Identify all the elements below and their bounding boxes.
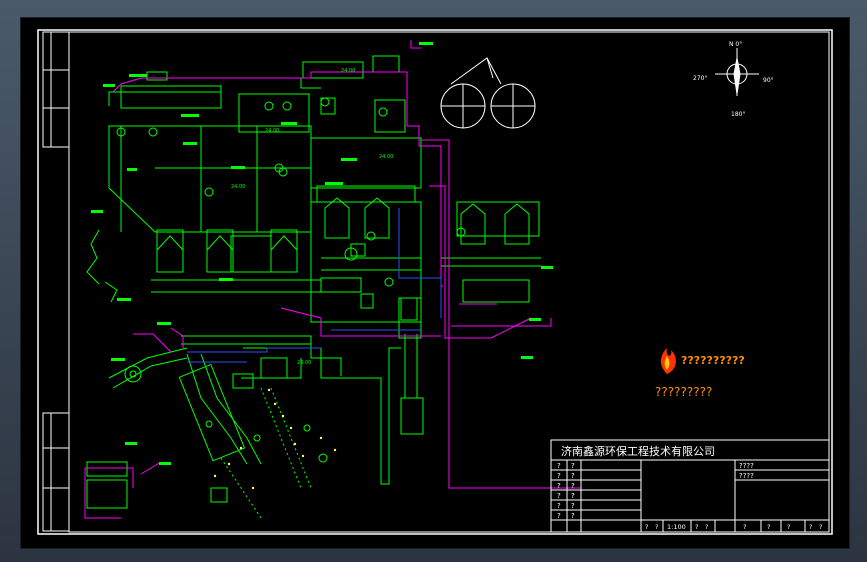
title-cell-right-1: ???? bbox=[739, 462, 754, 470]
bottom-cell: ? bbox=[705, 523, 708, 531]
title-bottom-row: ? ? 1:100 ? ? ? ? ? ? ? bbox=[645, 523, 822, 531]
annotation-marks bbox=[91, 42, 553, 465]
compass-west: 270° bbox=[693, 75, 707, 82]
bottom-cell: ? bbox=[695, 523, 698, 531]
magenta-lines bbox=[84, 40, 581, 519]
scale-value: 1:100 bbox=[667, 523, 686, 531]
elevation-label-a: 24.00 bbox=[341, 68, 355, 74]
bottom-cell: ? bbox=[645, 523, 648, 531]
elevation-label-b: 24.00 bbox=[265, 128, 279, 134]
compass-south: 180° bbox=[731, 111, 745, 118]
watermark: ?????????? ????????? bbox=[655, 348, 745, 399]
left-margin-strip-top bbox=[42, 31, 70, 148]
company-name: 济南鑫源环保工程技术有限公司 bbox=[561, 444, 715, 458]
revision-cell: ? bbox=[571, 462, 575, 470]
revision-cell: ? bbox=[557, 502, 561, 510]
compass-north: N 0° bbox=[729, 41, 742, 48]
revision-cell: ? bbox=[557, 472, 561, 480]
revision-cell: ? bbox=[557, 492, 561, 500]
revision-cell: ? bbox=[557, 462, 561, 470]
revision-cell: ? bbox=[571, 502, 575, 510]
bottom-cell: ? bbox=[743, 523, 746, 531]
bottom-cell: ? bbox=[655, 523, 658, 531]
revision-cell: ? bbox=[557, 512, 561, 520]
revision-cell: ? bbox=[557, 482, 561, 490]
blue-lines bbox=[187, 208, 442, 363]
revision-cell: ? bbox=[571, 512, 575, 520]
revision-cell: ? bbox=[571, 482, 575, 490]
bottom-cell: ? bbox=[809, 523, 812, 531]
title-cell-right-2: ???? bbox=[739, 472, 754, 480]
bottom-cell: ? bbox=[767, 523, 770, 531]
bottom-cell: ? bbox=[819, 523, 822, 531]
elevation-label-e: 24.00 bbox=[379, 154, 393, 160]
revision-table: ? ? ? ? ? ? ? ? ? ? ? ? bbox=[557, 462, 575, 520]
left-margin-strip-bottom bbox=[42, 412, 70, 532]
elevation-labels: 24.00 24.00 24.00 24.00 24.00 bbox=[231, 68, 393, 366]
storage-tanks bbox=[440, 57, 536, 129]
cad-viewport[interactable]: 24.00 24.00 24.00 24.00 24.00 N 0° 90° 2… bbox=[20, 17, 850, 549]
watermark-digits: ?????????? bbox=[681, 354, 745, 367]
elevation-label-c: 24.00 bbox=[231, 184, 245, 190]
compass-labels: N 0° 90° 270° 180° bbox=[693, 41, 774, 118]
north-arrow-icon bbox=[715, 48, 759, 96]
outer-frame bbox=[37, 29, 833, 535]
drawing-canvas: 24.00 24.00 24.00 24.00 24.00 N 0° 90° 2… bbox=[37, 29, 833, 535]
watermark-subline: ????????? bbox=[655, 385, 712, 399]
elevation-label-d: 24.00 bbox=[297, 360, 311, 366]
compass-east: 90° bbox=[763, 77, 774, 84]
bottom-cell: ? bbox=[787, 523, 790, 531]
revision-cell: ? bbox=[571, 472, 575, 480]
revision-cell: ? bbox=[571, 492, 575, 500]
